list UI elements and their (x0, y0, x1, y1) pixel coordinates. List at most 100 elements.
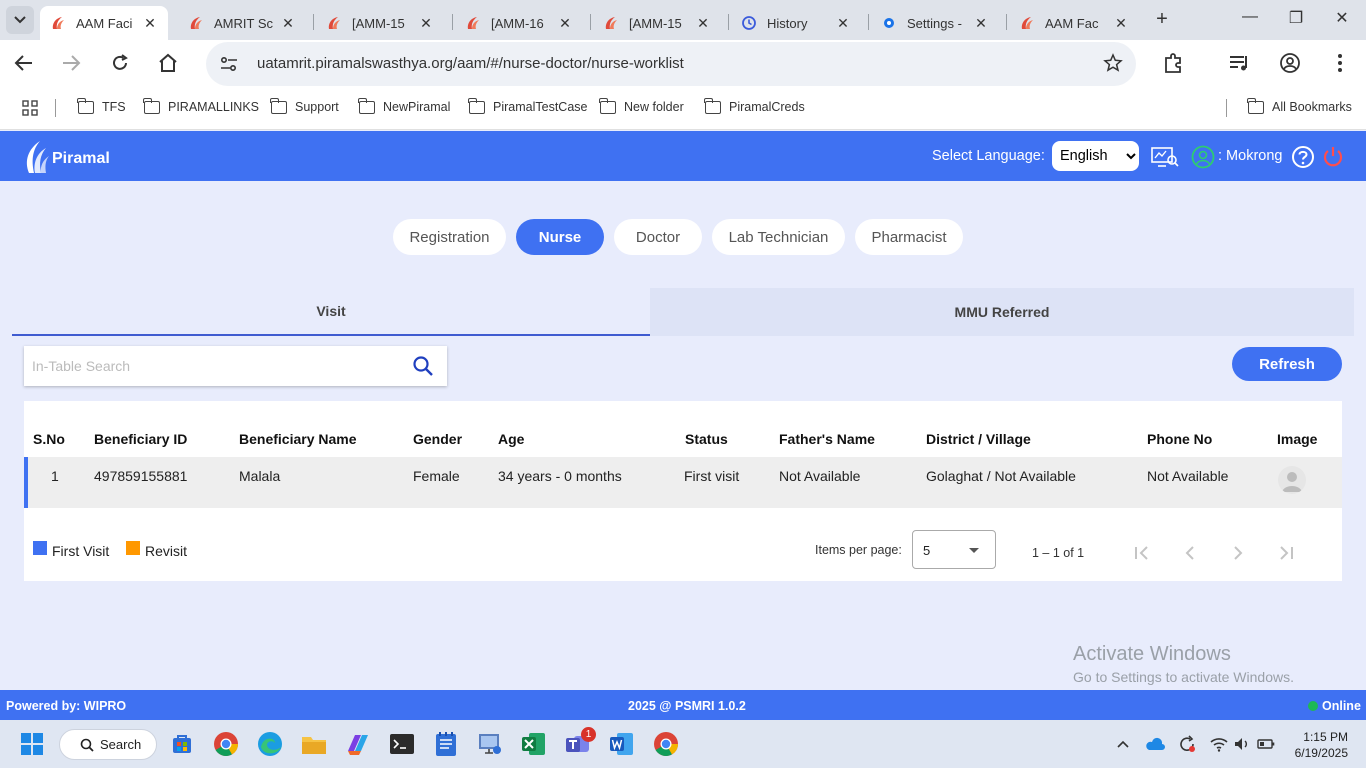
sync-icon[interactable] (1177, 734, 1197, 754)
close-icon[interactable]: ✕ (695, 15, 711, 32)
close-icon[interactable]: ✕ (973, 15, 989, 32)
bookmark-newpiramal[interactable]: NewPiramal (358, 97, 450, 114)
column-header[interactable]: Age (498, 431, 524, 447)
chrome-icon[interactable] (650, 728, 682, 760)
user-avatar-icon[interactable] (1191, 145, 1215, 169)
battery-icon[interactable] (1256, 734, 1276, 754)
column-header[interactable]: Beneficiary ID (94, 431, 187, 447)
word-icon[interactable] (606, 728, 638, 760)
table-row[interactable] (24, 457, 1342, 508)
browser-tab-active[interactable]: AAM Faci ✕ (40, 6, 168, 40)
browser-tab[interactable]: Settings - ✕ (871, 6, 999, 40)
browser-tab[interactable]: [AMM-15 ✕ (316, 6, 444, 40)
folder-icon (358, 97, 375, 114)
chrome-icon[interactable] (210, 728, 242, 760)
power-icon[interactable] (1321, 145, 1345, 169)
browser-tab[interactable]: AAM Fac ✕ (1009, 6, 1139, 40)
close-icon[interactable]: ✕ (557, 15, 573, 32)
role-pharmacist[interactable]: Pharmacist (855, 219, 963, 255)
first-page-button[interactable] (1130, 541, 1154, 565)
close-icon[interactable]: ✕ (142, 15, 158, 32)
bookmark-piramallinks[interactable]: PIRAMALLINKS (143, 97, 259, 114)
role-nurse[interactable]: Nurse (516, 219, 604, 255)
home-button[interactable] (153, 48, 183, 78)
column-header[interactable]: District / Village (926, 431, 1031, 447)
cell-district-village: Golaghat / Not Available (926, 468, 1076, 484)
language-select[interactable]: English (1052, 141, 1139, 171)
bookmark-support[interactable]: Support (270, 97, 339, 114)
tab-separator (728, 14, 729, 30)
media-control-icon[interactable] (1228, 52, 1250, 74)
url-text[interactable]: uatamrit.piramalswasthya.org/aam/#/nurse… (257, 55, 684, 72)
clock-date[interactable]: 6/19/2025 (1282, 746, 1348, 760)
close-icon[interactable]: ✕ (1113, 15, 1129, 32)
role-registration[interactable]: Registration (393, 219, 506, 255)
all-bookmarks[interactable]: All Bookmarks (1247, 97, 1352, 114)
bookmark-tfs[interactable]: TFS (77, 97, 126, 114)
window-close-button[interactable]: ✕ (1330, 8, 1354, 32)
restore-button[interactable]: ❐ (1284, 8, 1308, 32)
onedrive-icon[interactable] (1145, 734, 1165, 754)
notepad-icon[interactable] (430, 728, 462, 760)
browser-tab[interactable]: [AMM-15 ✕ (593, 6, 721, 40)
new-tab-button[interactable]: + (1150, 8, 1174, 32)
file-explorer-icon[interactable] (298, 728, 330, 760)
last-page-button[interactable] (1274, 541, 1298, 565)
column-header[interactable]: Phone No (1147, 431, 1212, 447)
monitor-search-icon[interactable] (1151, 145, 1179, 169)
tab-label: [AMM-15 (352, 15, 405, 31)
close-icon[interactable]: ✕ (418, 15, 434, 32)
column-header[interactable]: Beneficiary Name (239, 431, 357, 447)
menu-icon[interactable] (1329, 52, 1351, 74)
close-icon[interactable]: ✕ (280, 15, 296, 32)
excel-icon[interactable] (518, 728, 550, 760)
refresh-button[interactable]: Refresh (1232, 347, 1342, 381)
help-icon[interactable] (1291, 145, 1315, 169)
edge-icon[interactable] (254, 728, 286, 760)
column-header[interactable]: S.No (33, 431, 65, 447)
browser-tab[interactable]: History ✕ (731, 6, 861, 40)
beneficiary-image-avatar[interactable] (1278, 466, 1306, 494)
minimize-button[interactable]: — (1238, 8, 1262, 32)
browser-tab[interactable]: AMRIT Sc ✕ (178, 6, 306, 40)
bookmark-new-folder[interactable]: New folder (599, 97, 684, 114)
bookmark-piramaltestcase[interactable]: PiramalTestCase (468, 97, 587, 114)
star-icon[interactable] (1103, 53, 1123, 73)
browser-tab[interactable]: [AMM-16 ✕ (455, 6, 583, 40)
user-name: : Mokrong (1218, 148, 1283, 164)
taskbar-search[interactable]: Search (59, 729, 157, 760)
clock-time[interactable]: 1:15 PM (1300, 730, 1348, 744)
close-icon[interactable]: ✕ (835, 15, 851, 32)
site-info-icon[interactable] (218, 53, 240, 75)
role-doctor[interactable]: Doctor (614, 219, 702, 255)
forward-button[interactable] (56, 48, 86, 78)
apps-icon[interactable] (22, 100, 38, 116)
wifi-icon[interactable] (1209, 734, 1229, 754)
column-header[interactable]: Father's Name (779, 431, 875, 447)
extensions-icon[interactable] (1162, 52, 1184, 74)
tab-mmu-referred[interactable]: MMU Referred (650, 288, 1354, 336)
chevron-up-icon[interactable] (1113, 734, 1133, 754)
reload-button[interactable] (105, 48, 135, 78)
column-header[interactable]: Status (685, 431, 728, 447)
bookmark-separator (1226, 99, 1227, 117)
tab-search-button[interactable] (6, 6, 34, 34)
profile-icon[interactable] (1279, 52, 1301, 74)
m365-icon[interactable] (342, 728, 374, 760)
back-button[interactable] (9, 48, 39, 78)
previous-page-button[interactable] (1178, 541, 1202, 565)
next-page-button[interactable] (1226, 541, 1250, 565)
role-lab-technician[interactable]: Lab Technician (712, 219, 845, 255)
search-icon[interactable] (412, 355, 434, 377)
windows-start-icon[interactable] (16, 728, 48, 760)
remote-desktop-icon[interactable] (474, 728, 506, 760)
select-language-label: Select Language: (932, 148, 1045, 164)
bookmark-piramalcreds[interactable]: PiramalCreds (704, 97, 805, 114)
terminal-icon[interactable] (386, 728, 418, 760)
volume-icon[interactable] (1232, 734, 1252, 754)
store-icon[interactable] (166, 728, 198, 760)
tab-visit[interactable]: Visit (12, 288, 650, 336)
items-per-page-select[interactable]: 5 (912, 530, 996, 569)
search-input[interactable] (32, 346, 402, 386)
column-header[interactable]: Gender (413, 431, 462, 447)
